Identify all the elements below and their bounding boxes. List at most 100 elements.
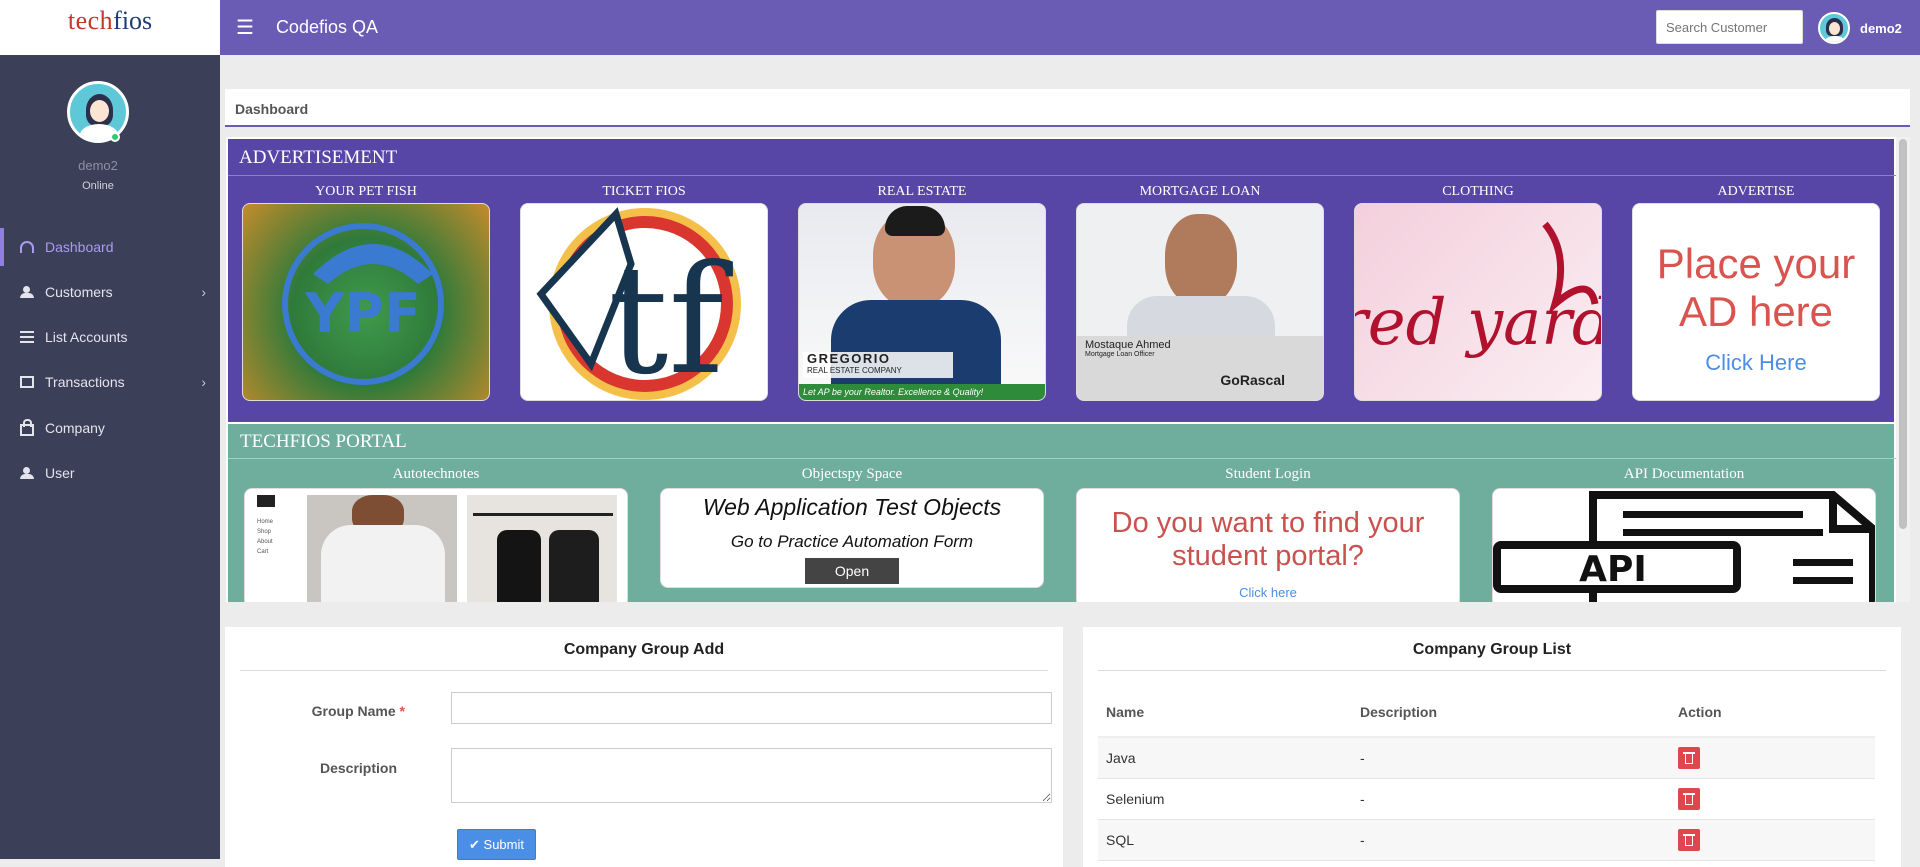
required-mark: * xyxy=(399,703,405,719)
ad-image-ticket-fios[interactable]: tf xyxy=(520,203,768,401)
delete-trash-icon[interactable] xyxy=(1678,828,1700,851)
ad-image-mortgage-loan[interactable]: Mostaque Ahmed Mortgage Loan Officer GoR… xyxy=(1076,203,1324,401)
place-ad-line2: AD here xyxy=(1678,288,1834,335)
scrollbar-thumb[interactable] xyxy=(1899,139,1907,529)
open-button[interactable]: Open xyxy=(805,558,899,584)
ad-card-advertise[interactable]: ADVERTISE Place your AD here Click Here xyxy=(1632,183,1880,401)
chevron-right-icon: › xyxy=(201,284,206,300)
officer-face xyxy=(1165,214,1237,306)
divider xyxy=(1098,670,1886,671)
ad-card-mortgage-loan[interactable]: MORTGAGE LOAN Mostaque Ahmed Mortgage Lo… xyxy=(1076,183,1324,401)
portal-card-api-documentation[interactable]: API Documentation API xyxy=(1492,466,1876,602)
sidebar-item-label: Company xyxy=(45,420,105,436)
ad-caption: YOUR PET FISH xyxy=(315,184,417,199)
ad-image-advertise[interactable]: Place your AD here Click Here xyxy=(1632,203,1880,401)
ad-card-clothing[interactable]: CLOTHING red yard xyxy=(1354,183,1602,401)
table-row: Selenium - xyxy=(1098,778,1875,820)
realtor-tagline: Let AP be your Realtor. Excellence & Qua… xyxy=(799,384,1045,400)
portal-image-student-login[interactable]: Do you want to find your student portal?… xyxy=(1076,488,1460,602)
ad-caption: ADVERTISE xyxy=(1717,184,1795,199)
company-group-list-panel: Company Group List Name Description Acti… xyxy=(1083,627,1901,867)
dashboard-embed-frame: ADVERTISEMENT YOUR PET FISH YPF TICKET F… xyxy=(226,137,1910,602)
portal-caption: Objectspy Space xyxy=(801,466,903,482)
check-icon: ✔ xyxy=(469,836,480,852)
profile-avatar xyxy=(67,81,129,143)
sidebar-status: Online xyxy=(82,180,114,192)
portal-caption: Autotechnotes xyxy=(392,466,480,482)
sidebar-item-transactions[interactable]: Transactions › xyxy=(0,363,220,401)
cell-name: SQL xyxy=(1098,819,1352,861)
sidebar-item-customers[interactable]: Customers › xyxy=(0,273,220,311)
chevron-right-icon: › xyxy=(201,374,206,390)
submit-button[interactable]: ✔ Submit xyxy=(457,829,536,860)
api-logo-text: API xyxy=(1579,549,1647,590)
officer-shirt xyxy=(1127,296,1275,336)
search-customer-input[interactable] xyxy=(1656,10,1803,44)
cell-description: - xyxy=(1352,778,1670,820)
sidebar-item-label: Dashboard xyxy=(45,239,114,255)
cell-action xyxy=(1670,737,1875,779)
portal-image-autotechnotes[interactable]: Home Shop About Cart xyxy=(244,488,628,602)
divider xyxy=(240,670,1048,671)
frame-scrollbar[interactable] xyxy=(1896,137,1910,602)
portal-caption: API Documentation xyxy=(1623,466,1745,482)
portal-card-student-login[interactable]: Student Login Do you want to find your s… xyxy=(1076,466,1460,602)
table-header-row: Name Description Action xyxy=(1098,687,1875,738)
student-portal-link[interactable]: Click here xyxy=(1101,585,1435,600)
company-group-add-panel: Company Group Add Group Name * Descripti… xyxy=(225,627,1063,867)
sidebar-item-list-accounts[interactable]: List Accounts xyxy=(0,318,220,356)
ad-card-real-estate[interactable]: REAL ESTATE GREGORIO REAL ESTATE COMPANY … xyxy=(798,183,1046,401)
delete-trash-icon[interactable] xyxy=(1678,746,1700,769)
portal-caption: Student Login xyxy=(1225,466,1311,482)
clothes-rack-image xyxy=(467,495,617,602)
ad-caption: CLOTHING xyxy=(1442,184,1514,199)
ypf-logo-icon: YPF xyxy=(282,223,444,385)
delete-trash-icon[interactable] xyxy=(1678,787,1700,810)
cell-name: Java xyxy=(1098,737,1352,779)
table-row: SQL - xyxy=(1098,819,1875,861)
tf-logo-icon: tf xyxy=(536,207,741,401)
portal-image-api-documentation[interactable]: API xyxy=(1492,488,1876,602)
api-document-icon: API xyxy=(1493,491,1875,602)
users-icon xyxy=(20,467,34,479)
ad-image-real-estate[interactable]: GREGORIO REAL ESTATE COMPANY Let AP be yo… xyxy=(798,203,1046,401)
tf-logo-text: tf xyxy=(608,234,733,401)
ad-caption: REAL ESTATE xyxy=(877,184,967,199)
portal-image-objectspy[interactable]: Web Application Test Objects Go to Pract… xyxy=(660,488,1044,588)
sidebar-item-dashboard[interactable]: Dashboard xyxy=(0,228,220,266)
dashboard-icon xyxy=(20,241,34,253)
sidebar-item-label: List Accounts xyxy=(45,329,128,345)
divider xyxy=(228,175,1896,176)
cell-action xyxy=(1670,778,1875,820)
sidebar-username: demo2 xyxy=(78,158,118,173)
lock-icon xyxy=(20,419,34,436)
description-textarea[interactable] xyxy=(451,748,1052,803)
techfios-logo[interactable]: tech fios xyxy=(0,0,220,55)
table-row: Java - xyxy=(1098,737,1875,779)
user-menu-name: demo2 xyxy=(1860,20,1902,36)
objectspy-subheading: Go to Practice Automation Form xyxy=(730,532,974,551)
portal-card-objectspy[interactable]: Objectspy Space Web Application Test Obj… xyxy=(660,466,1044,588)
sidebar-item-company[interactable]: Company xyxy=(0,409,220,447)
tshirt-image xyxy=(307,495,457,602)
place-ad-line1: Place your xyxy=(1656,240,1856,287)
logo-part-fios: fios xyxy=(113,6,153,35)
company-group-table: Name Description Action Java - Selenium … xyxy=(1098,687,1875,861)
advertisement-section: ADVERTISEMENT YOUR PET FISH YPF TICKET F… xyxy=(226,137,1896,424)
ad-image-clothing[interactable]: red yard xyxy=(1354,203,1602,401)
online-status-dot xyxy=(110,132,120,142)
hamburger-menu-icon[interactable]: ☰ xyxy=(236,15,254,40)
user-menu[interactable]: demo2 xyxy=(1818,12,1902,44)
group-name-input[interactable] xyxy=(451,692,1052,724)
place-ad-link[interactable]: Click Here xyxy=(1633,350,1879,376)
portal-card-autotechnotes[interactable]: Autotechnotes Home Shop About Cart xyxy=(244,466,628,602)
panel-title: Company Group Add xyxy=(563,641,725,658)
ad-card-pet-fish[interactable]: YOUR PET FISH YPF xyxy=(242,183,490,401)
sidebar: demo2 Online Dashboard Customers › List … xyxy=(0,55,220,859)
logo-part-tech: tech xyxy=(67,6,114,35)
site-menu: Home Shop About Cart xyxy=(257,519,274,555)
ad-image-pet-fish[interactable]: YPF xyxy=(242,203,490,401)
sidebar-item-user[interactable]: User xyxy=(0,454,220,492)
ad-card-ticket-fios[interactable]: TICKET FIOS tf xyxy=(520,183,768,401)
ad-caption: TICKET FIOS xyxy=(602,184,686,199)
